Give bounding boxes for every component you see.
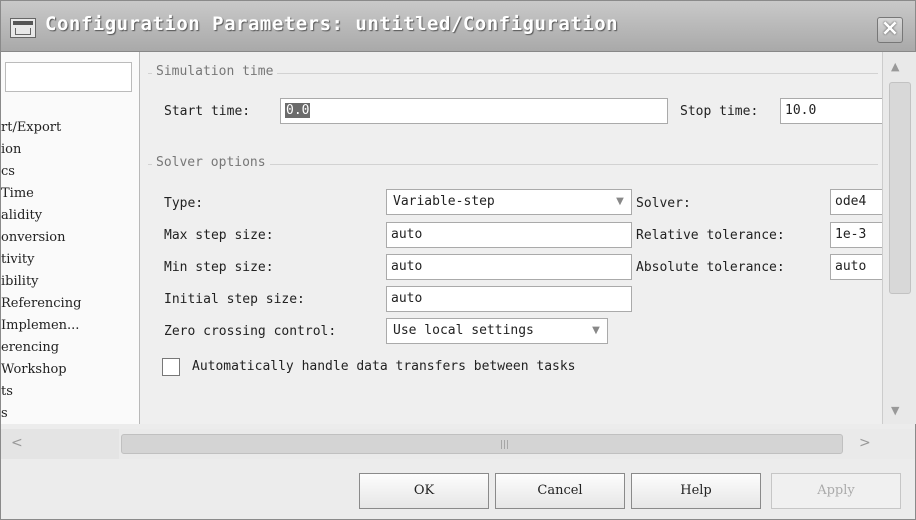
relative-tolerance-label: Relative tolerance: — [636, 228, 785, 243]
title-bar[interactable]: Configuration Parameters: untitled/Confi… — [1, 1, 915, 52]
scroll-grip-icon: ||| — [500, 440, 510, 450]
vertical-scrollbar[interactable]: ▲ ▼ — [882, 52, 916, 424]
tree-item-optimization[interactable]: ion — [1, 142, 21, 157]
category-tree: rt/Export ion cs Time alidity onversion … — [1, 52, 140, 424]
solver-type-label: Type: — [164, 196, 204, 211]
zero-crossing-control-select[interactable]: Use local settings ▼ — [386, 318, 608, 344]
tree-item-connectivity[interactable]: tivity — [1, 252, 34, 267]
start-time-value: 0.0 — [285, 103, 311, 118]
help-button[interactable]: Help — [631, 473, 761, 509]
tree-search-box[interactable] — [5, 62, 132, 92]
tree-item-import-export[interactable]: rt/Export — [1, 120, 61, 135]
tree-item-type-conversion[interactable]: onversion — [1, 230, 65, 245]
tree-item-diagnostics[interactable]: cs — [1, 164, 15, 179]
tree-item-data-validity[interactable]: alidity — [1, 208, 42, 223]
solver-select[interactable]: ode4 — [830, 189, 882, 215]
absolute-tolerance-label: Absolute tolerance: — [636, 260, 785, 275]
cancel-button[interactable]: Cancel — [495, 473, 625, 509]
absolute-tolerance-field[interactable]: auto — [830, 254, 882, 280]
horizontal-scroll-thumb[interactable]: ||| — [121, 434, 843, 454]
chevron-down-icon[interactable]: ▼ — [587, 321, 605, 341]
auto-data-transfer-label: Automatically handle data transfers betw… — [192, 359, 576, 374]
stop-time-field[interactable]: 10.0 — [780, 98, 882, 124]
tree-item-model-referencing[interactable]: Referencing — [1, 296, 81, 311]
close-button[interactable]: × — [877, 17, 903, 43]
auto-data-transfer-checkbox[interactable] — [162, 358, 180, 376]
ok-button[interactable]: OK — [359, 473, 489, 509]
window-title: Configuration Parameters: untitled/Confi… — [45, 13, 619, 35]
tree-item-hardware-implementation[interactable]: Implemen... — [1, 318, 79, 333]
solver-type-select[interactable]: Variable-step ▼ — [386, 189, 632, 215]
min-step-size-field[interactable]: auto — [386, 254, 632, 280]
tree-item-sample-time[interactable]: Time — [1, 186, 34, 201]
horizontal-scrollbar[interactable]: < ||| > — [1, 429, 915, 459]
max-step-size-field[interactable]: auto — [386, 222, 632, 248]
dialog-button-bar: OK Cancel Help Apply — [1, 461, 915, 519]
solver-type-value: Variable-step — [393, 194, 495, 209]
initial-step-size-label: Initial step size: — [164, 292, 305, 307]
scroll-down-arrow-icon[interactable]: ▼ — [891, 404, 899, 417]
tree-item-symbols[interactable]: s — [1, 406, 8, 421]
scroll-left-arrow-icon[interactable]: < — [11, 435, 23, 451]
solver-options-group-title: Solver options — [152, 155, 270, 170]
tree-item-compatibility[interactable]: ibility — [1, 274, 39, 289]
initial-step-size-field[interactable]: auto — [386, 286, 632, 312]
configuration-dialog: Configuration Parameters: untitled/Confi… — [0, 0, 916, 520]
tree-item-comments[interactable]: ts — [1, 384, 13, 399]
max-step-size-label: Max step size: — [164, 228, 274, 243]
tree-item-model-referencing-2[interactable]: erencing — [1, 340, 59, 355]
start-time-field[interactable]: 0.0 — [280, 98, 668, 124]
stop-time-label: Stop time: — [680, 104, 759, 119]
chevron-down-icon[interactable]: ▼ — [611, 192, 629, 212]
relative-tolerance-field[interactable]: 1e-3 — [830, 222, 882, 248]
vertical-scroll-thumb[interactable] — [889, 82, 911, 294]
apply-button[interactable]: Apply — [771, 473, 901, 509]
scroll-right-arrow-icon[interactable]: > — [859, 435, 871, 451]
zero-crossing-control-label: Zero crossing control: — [164, 324, 337, 339]
simulink-model-icon — [10, 18, 36, 38]
min-step-size-label: Min step size: — [164, 260, 274, 275]
simulation-time-group-title: Simulation time — [152, 64, 278, 79]
start-time-label: Start time: — [164, 104, 251, 119]
zero-crossing-control-value: Use local settings — [393, 323, 534, 338]
scroll-up-arrow-icon[interactable]: ▲ — [891, 60, 899, 73]
parameters-pane: Simulation time Start time: 0.0 Stop tim… — [140, 52, 882, 424]
solver-label: Solver: — [636, 196, 691, 211]
tree-item-real-time-workshop[interactable]: Workshop — [1, 362, 67, 377]
